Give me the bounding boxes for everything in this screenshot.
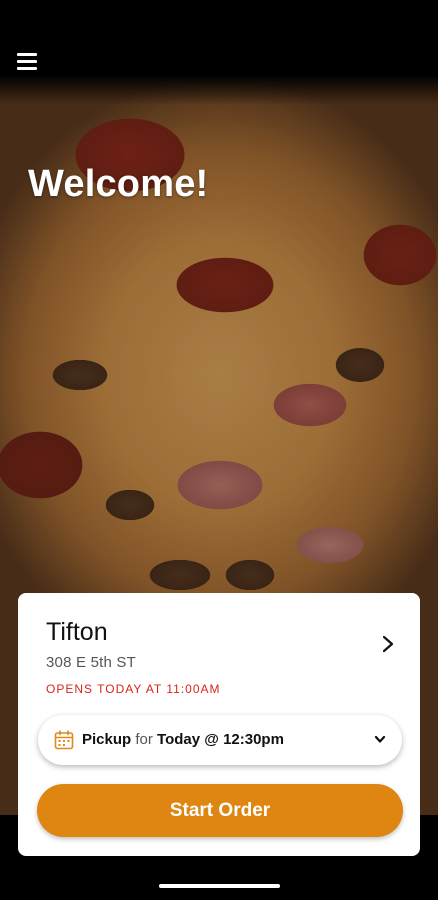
location-hours: OPENS TODAY AT 11:00AM [46, 682, 221, 696]
pickup-time: Today @ 12:30pm [157, 731, 284, 748]
chevron-down-icon[interactable] [374, 735, 386, 744]
start-order-button[interactable]: Start Order [37, 784, 403, 837]
chevron-right-icon[interactable] [382, 635, 394, 653]
hamburger-menu-icon[interactable] [17, 53, 37, 71]
hero-top-fade [0, 75, 438, 105]
pickup-mode: Pickup [82, 731, 132, 748]
pickup-summary: Pickup for Today @ 12:30pm [82, 731, 284, 748]
home-indicator[interactable] [159, 884, 280, 888]
location-card: Tifton 308 E 5th ST OPENS TODAY AT 11:00… [18, 593, 420, 856]
pickup-connector: for [135, 731, 153, 748]
calendar-icon [54, 730, 74, 750]
location-address: 308 E 5th ST [46, 654, 136, 671]
location-selector[interactable]: Tifton 308 E 5th ST OPENS TODAY AT 11:00… [18, 593, 420, 703]
welcome-heading: Welcome! [28, 163, 209, 205]
location-name: Tifton [46, 618, 108, 646]
pickup-time-selector[interactable]: Pickup for Today @ 12:30pm [38, 715, 402, 765]
